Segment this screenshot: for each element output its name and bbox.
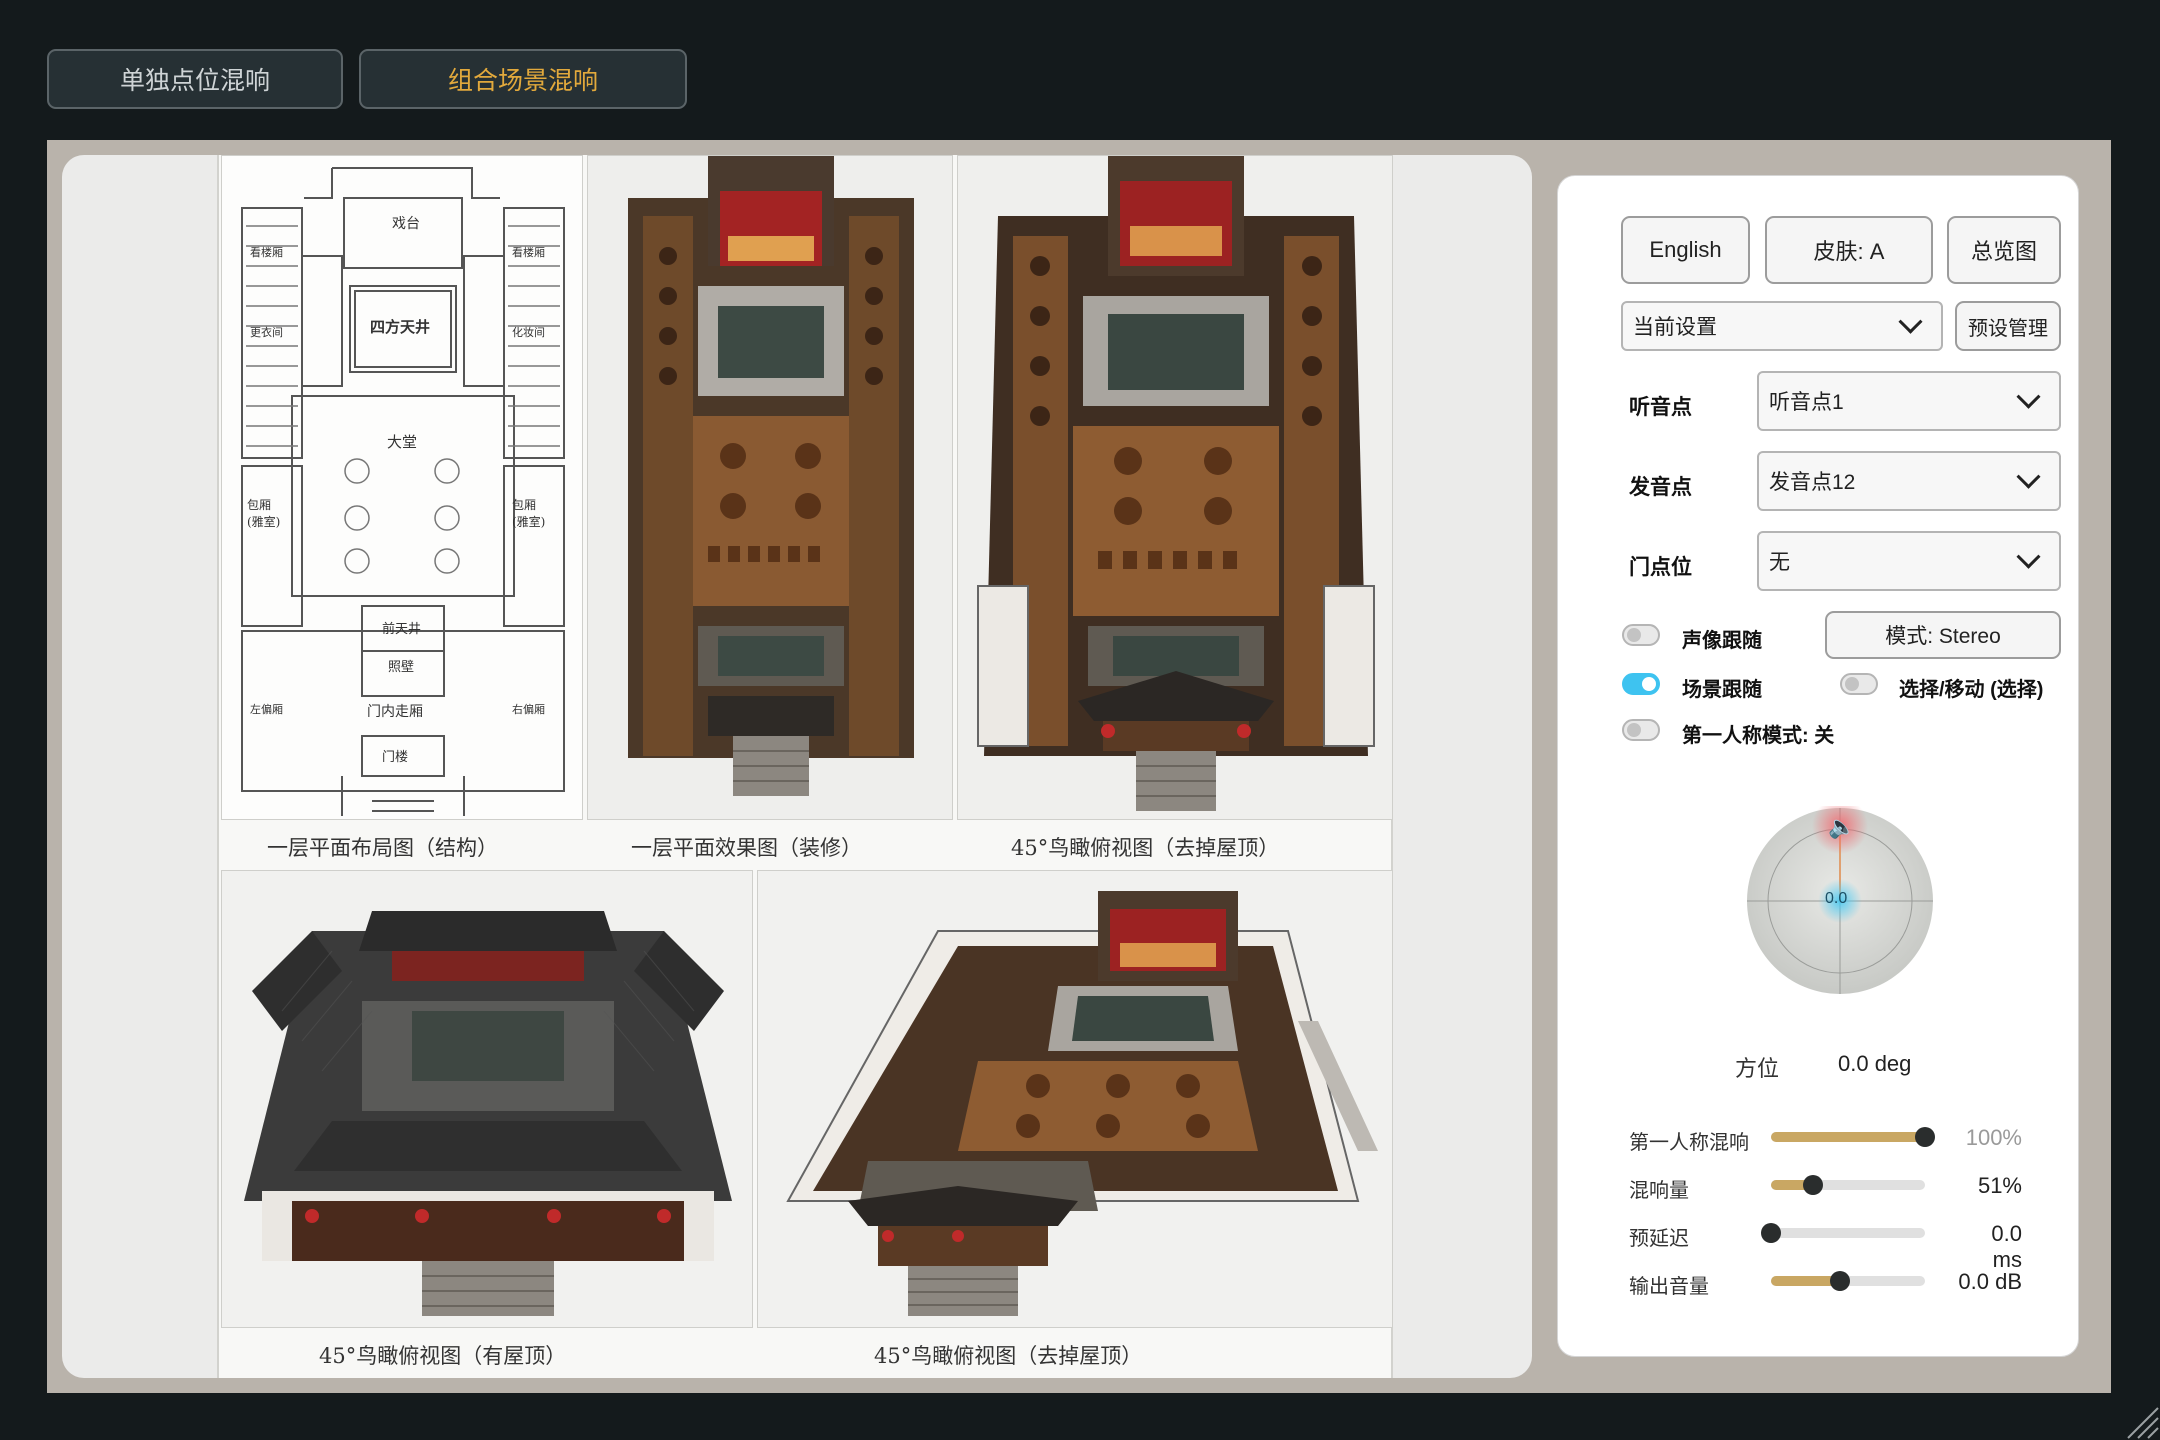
door-select-value: 无: [1769, 551, 1790, 574]
azimuth-label: 方位: [1735, 1056, 1780, 1081]
pan-follow-label: 声像跟随: [1682, 630, 1762, 652]
floor-plan-image: 戏台 四方天井 大堂 前天井 照壁 门内走厢 门楼 包厢 (雅室) 包厢 (雅室…: [221, 155, 583, 820]
slider-value: 0.0 ms: [1991, 1221, 2022, 1272]
reverb-amount-slider[interactable]: [1771, 1175, 1925, 1195]
preset-select-value: 当前设置: [1633, 316, 1717, 339]
source-select-value: 发音点12: [1769, 471, 1856, 494]
scene-follow-label: 场景跟随: [1682, 679, 1762, 701]
plan-label-front-well: 前天井: [382, 622, 422, 637]
slider-thumb[interactable]: [1761, 1223, 1781, 1243]
source-select[interactable]: 发音点12: [1757, 451, 2061, 511]
slider-label: 混响量: [1629, 1180, 1689, 1202]
slider-thumb[interactable]: [1915, 1127, 1935, 1147]
slider-label: 第一人称混响: [1629, 1132, 1749, 1154]
preset-select[interactable]: 当前设置: [1621, 301, 1943, 351]
pre-delay-slider[interactable]: [1761, 1223, 1925, 1243]
plan-label-side-room: 化妆间: [512, 326, 545, 339]
speaker-icon: 🔈: [1828, 814, 1856, 839]
select-move-toggle[interactable]: [1840, 673, 1878, 695]
slider-fill: [1771, 1132, 1925, 1142]
plan-label-hall: 大堂: [387, 433, 418, 451]
listener-select-value: 听音点1: [1769, 391, 1844, 414]
source-label: 发音点: [1629, 476, 1692, 499]
toggle-knob: [1627, 723, 1641, 737]
resize-grip-icon[interactable]: [2124, 1404, 2160, 1440]
caption-aerial-roof: 45°鸟瞰俯视图（有屋顶）: [319, 1344, 567, 1368]
toggle-knob: [1845, 677, 1859, 691]
plan-label-right-room: 包厢 (雅室): [512, 498, 546, 529]
plan-label-side-room: 左偏厢: [250, 703, 283, 716]
plan-label-side-room: 看楼厢: [250, 246, 283, 259]
slider-value: 0.0 dB: [1958, 1269, 2022, 1294]
control-panel: English 皮肤: A 总览图 当前设置 预设管理 听音点 听音点1 发音点…: [1557, 175, 2079, 1357]
plan-label-ring: 四方天井: [370, 318, 431, 336]
slider-value: 51%: [1977, 1173, 2022, 1198]
slider-label: 预延迟: [1629, 1228, 1689, 1250]
floor-effect-image: [587, 155, 953, 820]
plan-label-stage: 戏台: [392, 216, 420, 232]
slider-label: 输出音量: [1629, 1276, 1709, 1298]
overview-button[interactable]: 总览图: [1947, 216, 2061, 284]
chevron-down-icon: [2016, 384, 2041, 409]
plan-label-screen: 照壁: [388, 660, 415, 675]
caption-aerial-noroof-top: 45°鸟瞰俯视图（去掉屋顶）: [1011, 836, 1280, 860]
skin-button[interactable]: 皮肤: A: [1765, 216, 1933, 284]
scene-image-panel: 戏台 四方天井 大堂 前天井 照壁 门内走厢 门楼 包厢 (雅室) 包厢 (雅室…: [62, 155, 1532, 1378]
toggle-knob: [1627, 628, 1641, 642]
chevron-down-icon: [1898, 309, 1923, 334]
azimuth-value: 0.0 deg: [1838, 1051, 1912, 1076]
plan-label-left-room: 包厢 (雅室): [247, 498, 281, 529]
mode-button[interactable]: 模式: Stereo: [1825, 611, 2061, 659]
scene-follow-toggle[interactable]: [1622, 673, 1660, 695]
first-person-reverb-slider[interactable]: [1771, 1127, 1935, 1147]
slider-thumb[interactable]: [1802, 1175, 1823, 1195]
toggle-knob: [1642, 677, 1656, 691]
listener-label: 听音点: [1629, 396, 1692, 419]
tab-single-point-reverb[interactable]: 单独点位混响: [47, 49, 343, 109]
plan-label-gate: 门楼: [382, 750, 409, 765]
listener-select[interactable]: 听音点1: [1757, 371, 2061, 431]
chevron-down-icon: [2016, 464, 2041, 489]
architecture-sheet: 戏台 四方天井 大堂 前天井 照壁 门内走厢 门楼 包厢 (雅室) 包厢 (雅室…: [217, 155, 1393, 1378]
output-volume-slider[interactable]: [1771, 1271, 1925, 1291]
plan-label-gate-hall: 门内走厢: [367, 704, 423, 720]
plan-label-side-room: 更衣间: [250, 326, 283, 339]
first-person-toggle[interactable]: [1622, 719, 1660, 741]
dial-value: 0.0: [1825, 890, 1848, 907]
aerial-noroof-top-image: [957, 155, 1393, 820]
first-person-label: 第一人称模式: 关: [1682, 725, 1835, 747]
plan-label-side-room: 右偏厢: [512, 703, 545, 716]
aerial-roof-image: [221, 870, 753, 1328]
tab-combined-scene-reverb[interactable]: 组合场景混响: [359, 49, 687, 109]
slider-value: 100%: [1965, 1125, 2022, 1150]
aerial-noroof-bottom-image: [757, 870, 1393, 1328]
caption-floor-plan: 一层平面布局图（结构）: [267, 836, 498, 860]
slider-thumb[interactable]: [1830, 1271, 1851, 1291]
select-move-label: 选择/移动 (选择): [1899, 679, 2044, 701]
door-label: 门点位: [1629, 556, 1692, 579]
caption-floor-effect: 一层平面效果图（装修）: [631, 836, 862, 860]
plan-label-side-room: 看楼厢: [512, 246, 545, 259]
language-button[interactable]: English: [1621, 216, 1750, 284]
azimuth-dial[interactable]: 🔈 0.0: [1745, 798, 1935, 996]
caption-aerial-noroof-bottom: 45°鸟瞰俯视图（去掉屋顶）: [874, 1344, 1143, 1368]
preset-manage-button[interactable]: 预设管理: [1955, 301, 2061, 351]
door-select[interactable]: 无: [1757, 531, 2061, 591]
pan-follow-toggle[interactable]: [1622, 624, 1660, 646]
chevron-down-icon: [2016, 544, 2041, 569]
